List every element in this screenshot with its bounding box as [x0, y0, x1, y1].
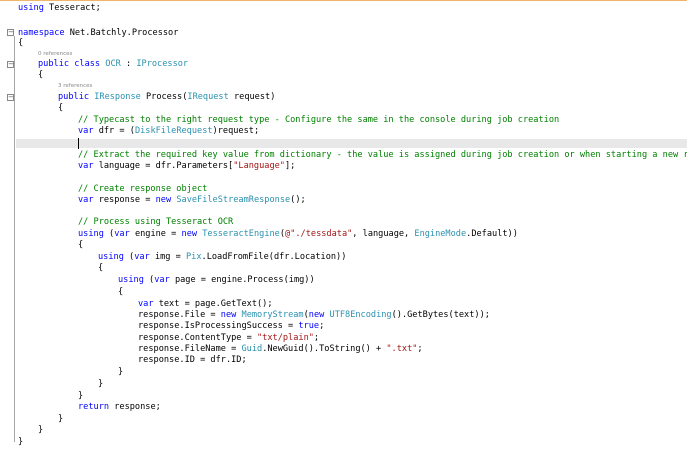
- code-line-brace[interactable]: }: [58, 413, 63, 425]
- code-editor[interactable]: − − − using Tesseract; namespace Net.Bat…: [0, 0, 687, 455]
- code-line-comment[interactable]: // Process using Tesseract OCR: [78, 216, 233, 228]
- code-line-brace[interactable]: {: [38, 69, 43, 81]
- text-caret: [78, 138, 79, 149]
- code-line-brace[interactable]: }: [98, 378, 103, 390]
- code-line-return[interactable]: return response;: [78, 401, 161, 413]
- fold-method-icon[interactable]: −: [7, 94, 14, 101]
- code-line-engine[interactable]: using (var engine = new TesseractEngine(…: [78, 228, 518, 240]
- fold-class-icon[interactable]: −: [7, 61, 14, 68]
- code-line-language[interactable]: var language = dfr.Parameters["Language"…: [78, 160, 295, 172]
- code-line-brace[interactable]: }: [38, 424, 43, 436]
- code-line-brace[interactable]: {: [118, 286, 123, 298]
- fold-namespace-icon[interactable]: −: [7, 29, 14, 36]
- outline-guide: [14, 36, 15, 442]
- code-line-img[interactable]: using (var img = Pix.LoadFromFile(dfr.Lo…: [98, 251, 346, 263]
- code-line-brace[interactable]: {: [78, 239, 83, 251]
- code-line-brace[interactable]: {: [58, 102, 63, 114]
- code-line-class[interactable]: public class OCR : IProcessor: [38, 58, 188, 70]
- code-line-brace[interactable]: }: [118, 366, 123, 378]
- code-line-brace[interactable]: }: [18, 436, 23, 448]
- editor-top-border: [0, 0, 687, 1]
- code-line-brace[interactable]: {: [98, 262, 103, 274]
- code-line-page[interactable]: using (var page = engine.Process(img)): [118, 274, 315, 286]
- codelens-references-class[interactable]: 0 references: [38, 50, 72, 58]
- code-line-method[interactable]: public IResponse Process(IRequest reques…: [58, 91, 275, 103]
- code-line-response[interactable]: var response = new SaveFileStreamRespons…: [78, 194, 306, 206]
- current-line-highlight: [16, 139, 687, 148]
- code-line-id[interactable]: response.ID = dfr.ID;: [138, 354, 247, 366]
- code-line-brace[interactable]: {: [18, 37, 23, 49]
- code-line-using[interactable]: using Tesseract;: [18, 2, 101, 14]
- codelens-references-method[interactable]: 3 references: [58, 82, 92, 90]
- code-line-dfr[interactable]: var dfr = (DiskFileRequest)request;: [78, 125, 259, 137]
- code-line-success[interactable]: response.IsProcessingSuccess = true;: [138, 320, 324, 332]
- code-line-namespace[interactable]: namespace Net.Batchly.Processor: [18, 27, 178, 39]
